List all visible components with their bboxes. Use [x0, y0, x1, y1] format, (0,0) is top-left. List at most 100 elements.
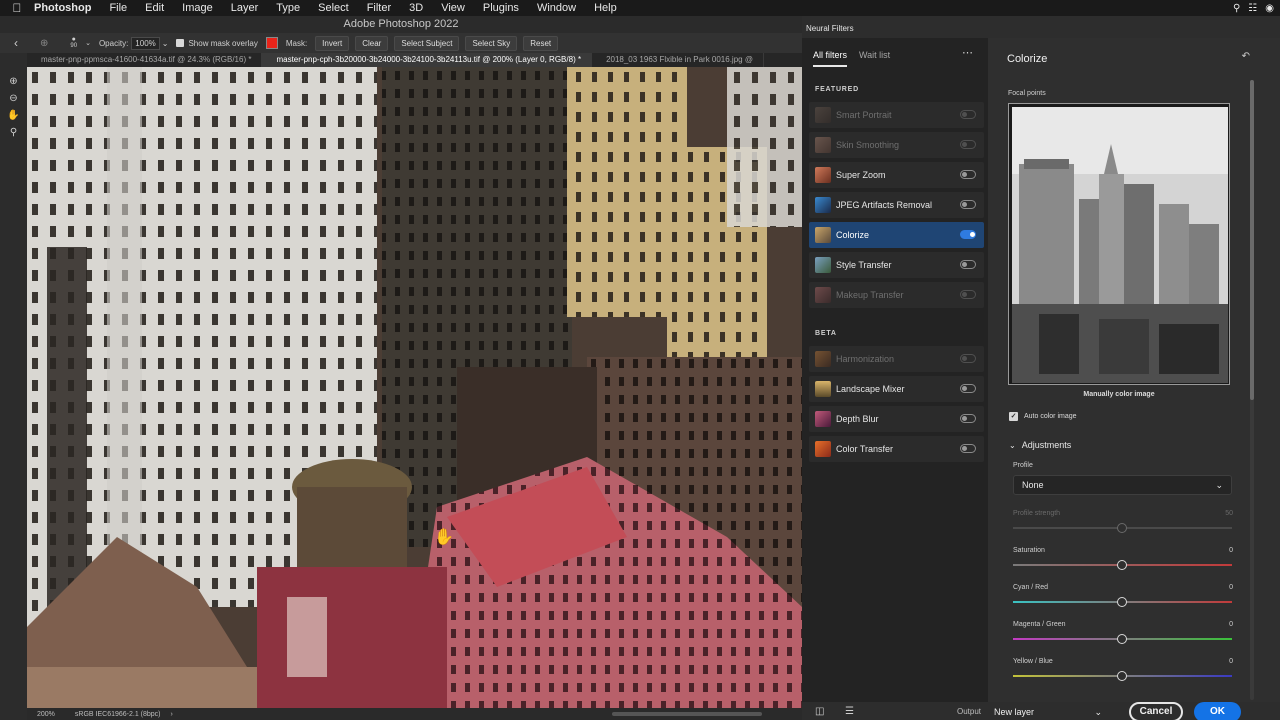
- slider-knob[interactable]: [1117, 671, 1127, 681]
- slider-knob[interactable]: [1117, 597, 1127, 607]
- output-value: New layer: [994, 707, 1035, 717]
- show-original-icon[interactable]: ◫: [815, 706, 824, 717]
- filter-toggle[interactable]: [960, 170, 976, 179]
- hand-tool-icon[interactable]: ✋: [0, 107, 27, 124]
- settings-scrollbar[interactable]: [1250, 80, 1254, 700]
- brush-picker-chevron-icon[interactable]: ⌄: [85, 39, 91, 47]
- menu-app-photoshop[interactable]: Photoshop: [34, 2, 100, 14]
- menu-plugins[interactable]: Plugins: [474, 2, 528, 14]
- slider-knob[interactable]: [1117, 523, 1127, 533]
- tab-wait-list[interactable]: Wait list: [859, 50, 890, 67]
- spotlight-search-icon[interactable]: ⚲: [1233, 3, 1240, 14]
- hand-cursor-icon: ✋: [434, 529, 454, 546]
- reset-parameters-icon[interactable]: ↶: [1242, 51, 1250, 62]
- cancel-button[interactable]: Cancel: [1129, 702, 1183, 720]
- profile-dropdown[interactable]: None ⌄: [1013, 475, 1232, 495]
- filter-depth-blur[interactable]: Depth Blur: [809, 406, 984, 432]
- profile-label: Profile: [1013, 462, 1033, 469]
- opacity-dropdown-icon[interactable]: ⌄: [162, 39, 169, 48]
- apple-icon[interactable]: : [0, 1, 34, 15]
- select-sky-button[interactable]: Select Sky: [465, 35, 518, 51]
- menu-filter[interactable]: Filter: [358, 2, 400, 14]
- auto-color-checkbox[interactable]: ✓: [1009, 412, 1018, 421]
- saturation-slider[interactable]: [1013, 560, 1232, 570]
- brush-add-icon[interactable]: ⊕: [40, 38, 48, 49]
- menu-file[interactable]: File: [100, 2, 136, 14]
- menu-select[interactable]: Select: [309, 2, 358, 14]
- filter-list: All filters Wait list ⋯ FEATURED Smart P…: [802, 38, 988, 720]
- filter-toggle[interactable]: [960, 414, 976, 423]
- filter-toggle[interactable]: [960, 200, 976, 209]
- slider-knob[interactable]: [1117, 634, 1127, 644]
- invert-button[interactable]: Invert: [315, 35, 350, 51]
- opacity-input[interactable]: 100%: [131, 36, 160, 50]
- filter-jpeg-artifacts-removal[interactable]: JPEG Artifacts Removal: [809, 192, 984, 218]
- focal-points-preview[interactable]: [1008, 103, 1230, 385]
- filter-toggle[interactable]: [960, 444, 976, 453]
- filter-toggle[interactable]: [960, 260, 976, 269]
- reset-button[interactable]: Reset: [523, 35, 559, 51]
- mask-color-swatch[interactable]: [265, 37, 278, 49]
- cyan-red-slider[interactable]: [1013, 597, 1232, 607]
- scrollbar-thumb[interactable]: [1250, 80, 1254, 400]
- filter-toggle[interactable]: [960, 384, 976, 393]
- yellow-blue-slider[interactable]: [1013, 671, 1232, 681]
- control-center-icon[interactable]: ☷: [1248, 3, 1257, 14]
- brush-size-picker[interactable]: ● 90: [70, 36, 77, 50]
- tab-all-filters[interactable]: All filters: [813, 50, 848, 67]
- filter-color-transfer[interactable]: Color Transfer: [809, 436, 984, 462]
- menu-help[interactable]: Help: [585, 2, 626, 14]
- show-mask-overlay-checkbox[interactable]: [176, 39, 185, 47]
- filter-toggle[interactable]: [960, 290, 976, 299]
- select-subject-button[interactable]: Select Subject: [394, 35, 460, 51]
- slider-knob[interactable]: [1117, 560, 1127, 570]
- subtract-brush-icon[interactable]: ⊖: [0, 90, 27, 107]
- neural-filters-title: Neural Filters: [806, 24, 854, 33]
- profile-strength-slider[interactable]: [1013, 523, 1232, 533]
- doc-tab[interactable]: 2018_03 1963 Flxible in Park 0016.jpg @: [592, 53, 764, 67]
- horizontal-scrollbar[interactable]: [612, 712, 762, 716]
- filter-skin-smoothing[interactable]: Skin Smoothing: [809, 132, 984, 158]
- filter-makeup-transfer[interactable]: Makeup Transfer: [809, 282, 984, 308]
- doc-tab-active[interactable]: master-pnp-cph-3b20000-3b24000-3b24100-3…: [262, 53, 593, 67]
- add-brush-icon[interactable]: ⊕: [0, 73, 27, 90]
- menu-view[interactable]: View: [432, 2, 474, 14]
- menu-edit[interactable]: Edit: [136, 2, 173, 14]
- output-dropdown[interactable]: New layer ⌄: [988, 704, 1108, 720]
- filter-landscape-mixer[interactable]: Landscape Mixer: [809, 376, 984, 402]
- menu-type[interactable]: Type: [267, 2, 309, 14]
- auto-color-option[interactable]: ✓ Auto color image: [1009, 412, 1077, 421]
- filter-toggle[interactable]: [960, 140, 976, 149]
- filter-label: Smart Portrait: [836, 110, 892, 120]
- magenta-green-slider[interactable]: [1013, 634, 1232, 644]
- menu-window[interactable]: Window: [528, 2, 585, 14]
- menu-image[interactable]: Image: [173, 2, 222, 14]
- filter-toggle[interactable]: [960, 110, 976, 119]
- show-mask-overlay-option[interactable]: Show mask overlay: [176, 39, 258, 48]
- document-canvas[interactable]: ✋: [27, 67, 802, 708]
- adjustments-chevron-icon[interactable]: ⌄: [1009, 441, 1016, 450]
- zoom-level[interactable]: 200%: [37, 711, 55, 718]
- filter-colorize[interactable]: Colorize: [809, 222, 984, 248]
- filter-style-transfer[interactable]: Style Transfer: [809, 252, 984, 278]
- skin-smoothing-thumb-icon: [815, 137, 831, 153]
- doc-tab[interactable]: master-pnp-ppmsca-41600-41634a.tif @ 24.…: [27, 53, 263, 67]
- menu-3d[interactable]: 3D: [400, 2, 432, 14]
- filter-label: Colorize: [836, 230, 870, 240]
- mask-color-chip[interactable]: [265, 37, 278, 49]
- ok-button[interactable]: OK: [1194, 702, 1241, 720]
- filter-smart-portrait[interactable]: Smart Portrait: [809, 102, 984, 128]
- filter-toggle-on[interactable]: [960, 230, 976, 239]
- layer-preview-icon[interactable]: ☰: [845, 706, 854, 717]
- menu-layer[interactable]: Layer: [222, 2, 268, 14]
- back-chevron-icon[interactable]: ‹: [14, 36, 18, 50]
- filter-harmonization[interactable]: Harmonization: [809, 346, 984, 372]
- more-options-icon[interactable]: ⋯: [962, 46, 973, 59]
- status-expand-chevron-icon[interactable]: ›: [171, 711, 173, 718]
- clear-button[interactable]: Clear: [355, 35, 389, 51]
- adjustments-header[interactable]: ⌄ Adjustments: [1009, 440, 1071, 450]
- filter-toggle[interactable]: [960, 354, 976, 363]
- zoom-tool-icon[interactable]: ⚲: [0, 124, 27, 141]
- filter-super-zoom[interactable]: Super Zoom: [809, 162, 984, 188]
- siri-icon[interactable]: ◉: [1265, 3, 1274, 14]
